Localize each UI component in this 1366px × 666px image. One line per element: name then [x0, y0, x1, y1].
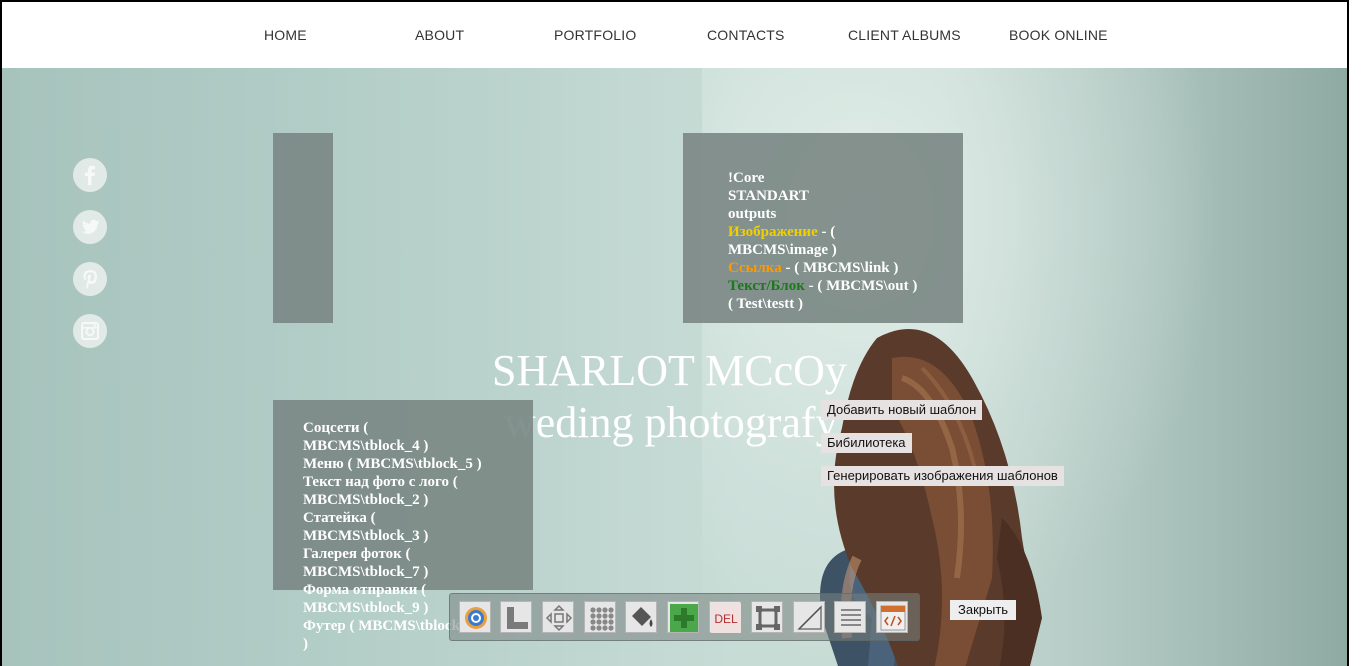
nav-contacts[interactable]: CONTACTS — [707, 27, 785, 43]
pinterest-icon[interactable] — [73, 262, 107, 296]
output-image-row[interactable]: Изображение - ( MBCMS\image ) — [728, 223, 938, 259]
nav-book-online[interactable]: BOOK ONLINE — [1009, 27, 1108, 43]
template-item-hero-text[interactable]: Текст над фото с лого ( MBCMS\tblock_2 ) — [303, 473, 483, 509]
nav-about[interactable]: ABOUT — [415, 27, 464, 43]
layout-icon[interactable] — [500, 601, 532, 633]
nav-portfolio[interactable]: PORTFOLIO — [554, 27, 636, 43]
frame-icon[interactable] — [751, 601, 783, 633]
nav-client-albums[interactable]: CLIENT ALBUMS — [848, 27, 961, 43]
top-navigation: HOME ABOUT PORTFOLIO CONTACTS CLIENT ALB… — [2, 2, 1347, 68]
settings-icon[interactable] — [459, 601, 491, 633]
output-text-value: - ( MBCMS\out ) — [804, 278, 918, 294]
code-icon[interactable] — [876, 601, 908, 633]
template-block-placeholder[interactable] — [273, 133, 333, 323]
facebook-icon[interactable] — [73, 158, 107, 192]
close-button[interactable]: Закрыть — [950, 600, 1017, 620]
brand-subtitle: weding photografy — [504, 398, 838, 447]
library-button[interactable]: Бибилиотека — [821, 433, 912, 453]
hero-section: !Core STANDART outputs Изображение - ( M… — [2, 68, 1347, 666]
core-standart: STANDART — [728, 188, 809, 204]
output-link-row[interactable]: Ссылка - ( MBCMS\link ) — [728, 259, 938, 277]
delete-button[interactable]: DEL — [709, 601, 741, 633]
generate-images-button[interactable]: Генерировать изображения шаблонов — [821, 466, 1064, 486]
delete-label: DEL — [714, 612, 738, 626]
grid-icon[interactable] — [584, 601, 616, 633]
twitter-icon[interactable] — [73, 210, 107, 244]
nav-home[interactable]: HOME — [264, 27, 307, 43]
core-outputs-text: !Core STANDART outputs Изображение - ( M… — [728, 169, 938, 313]
template-item-socials[interactable]: Соцсети ( MBCMS\tblock_4 ) — [303, 419, 483, 455]
template-item-article[interactable]: Статейка ( MBCMS\tblock_3 ) — [303, 509, 483, 545]
brand-title: SHARLOT MCcOy — [492, 346, 847, 395]
output-link-value: - ( MBCMS\link ) — [781, 260, 899, 276]
add-icon[interactable] — [667, 601, 699, 633]
editor-toolbar: DEL — [449, 593, 920, 641]
instagram-icon[interactable] — [73, 314, 107, 348]
output-text-row[interactable]: Текст/Блок - ( MBCMS\out ) — [728, 277, 938, 295]
core-title: !Core — [728, 170, 765, 186]
add-template-button[interactable]: Добавить новый шаблон — [821, 400, 983, 420]
output-test-row[interactable]: ( Test\testt ) — [728, 295, 938, 313]
template-item-menu[interactable]: Меню ( MBCMS\tblock_5 ) — [303, 455, 483, 473]
page-edge — [1349, 0, 1366, 666]
output-image-label: Изображение — [728, 224, 818, 240]
output-link-label: Ссылка — [728, 260, 782, 276]
move-icon[interactable] — [542, 601, 574, 633]
paint-bucket-icon[interactable] — [625, 601, 657, 633]
output-text-label: Текст/Блок — [728, 278, 805, 294]
angle-icon[interactable] — [793, 601, 825, 633]
core-outputs: outputs — [728, 206, 777, 222]
template-item-gallery[interactable]: Галерея фоток ( MBCMS\tblock_7 ) — [303, 545, 483, 581]
list-icon[interactable] — [834, 601, 866, 633]
